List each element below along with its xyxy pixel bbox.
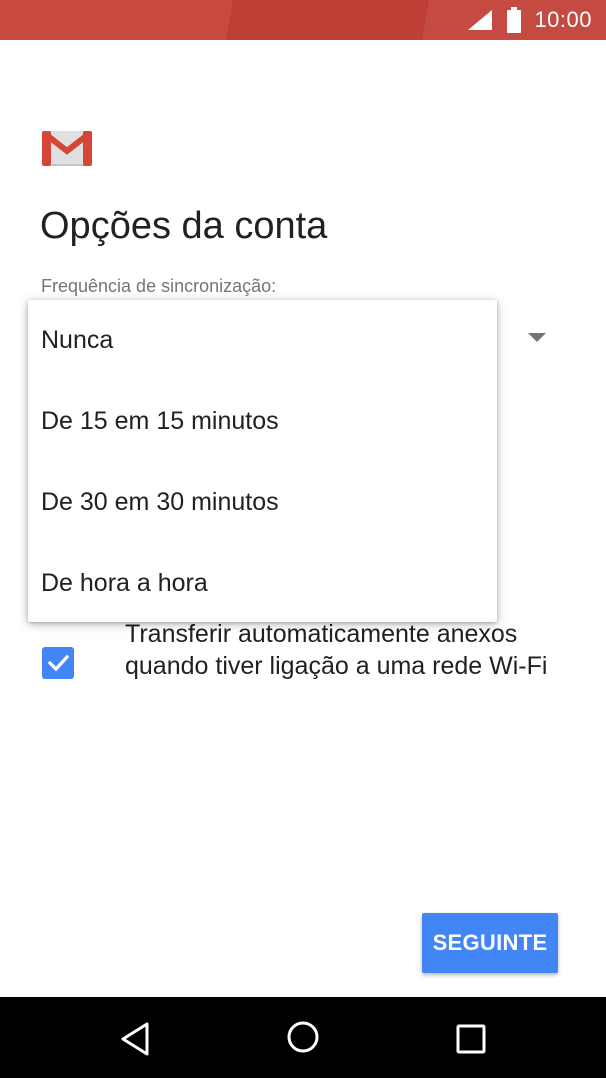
menu-item-hourly[interactable]: De hora a hora <box>28 543 497 624</box>
screen: 10:00 Opções da conta Frequência de sinc… <box>0 0 606 1078</box>
menu-item-30-minutes[interactable]: De 30 em 30 minutos <box>28 462 497 543</box>
status-bar: 10:00 <box>0 0 606 40</box>
dropdown-arrow-icon[interactable] <box>528 333 546 342</box>
battery-icon <box>507 7 522 33</box>
nav-bar <box>0 997 606 1078</box>
recents-icon[interactable] <box>451 1019 491 1059</box>
menu-item-never[interactable]: Nunca <box>28 300 497 381</box>
next-button[interactable]: SEGUINTE <box>422 913 558 973</box>
wifi-attachments-checkbox[interactable] <box>42 647 74 679</box>
page-title: Opções da conta <box>40 205 328 247</box>
status-time: 10:00 <box>534 7 592 32</box>
status-icons: 10:00 <box>466 0 592 40</box>
wifi-attachments-label[interactable]: Transferir automaticamente anexos quando… <box>125 618 565 682</box>
back-icon[interactable] <box>116 1019 156 1059</box>
sync-frequency-menu: Nunca De 15 em 15 minutos De 30 em 30 mi… <box>28 300 497 622</box>
signal-icon <box>468 10 493 30</box>
checkmark-icon <box>47 654 70 672</box>
gmail-logo <box>42 130 92 166</box>
menu-item-15-minutes[interactable]: De 15 em 15 minutos <box>28 381 497 462</box>
sync-frequency-label: Frequência de sincronização: <box>41 276 277 296</box>
home-icon[interactable] <box>283 1017 323 1057</box>
